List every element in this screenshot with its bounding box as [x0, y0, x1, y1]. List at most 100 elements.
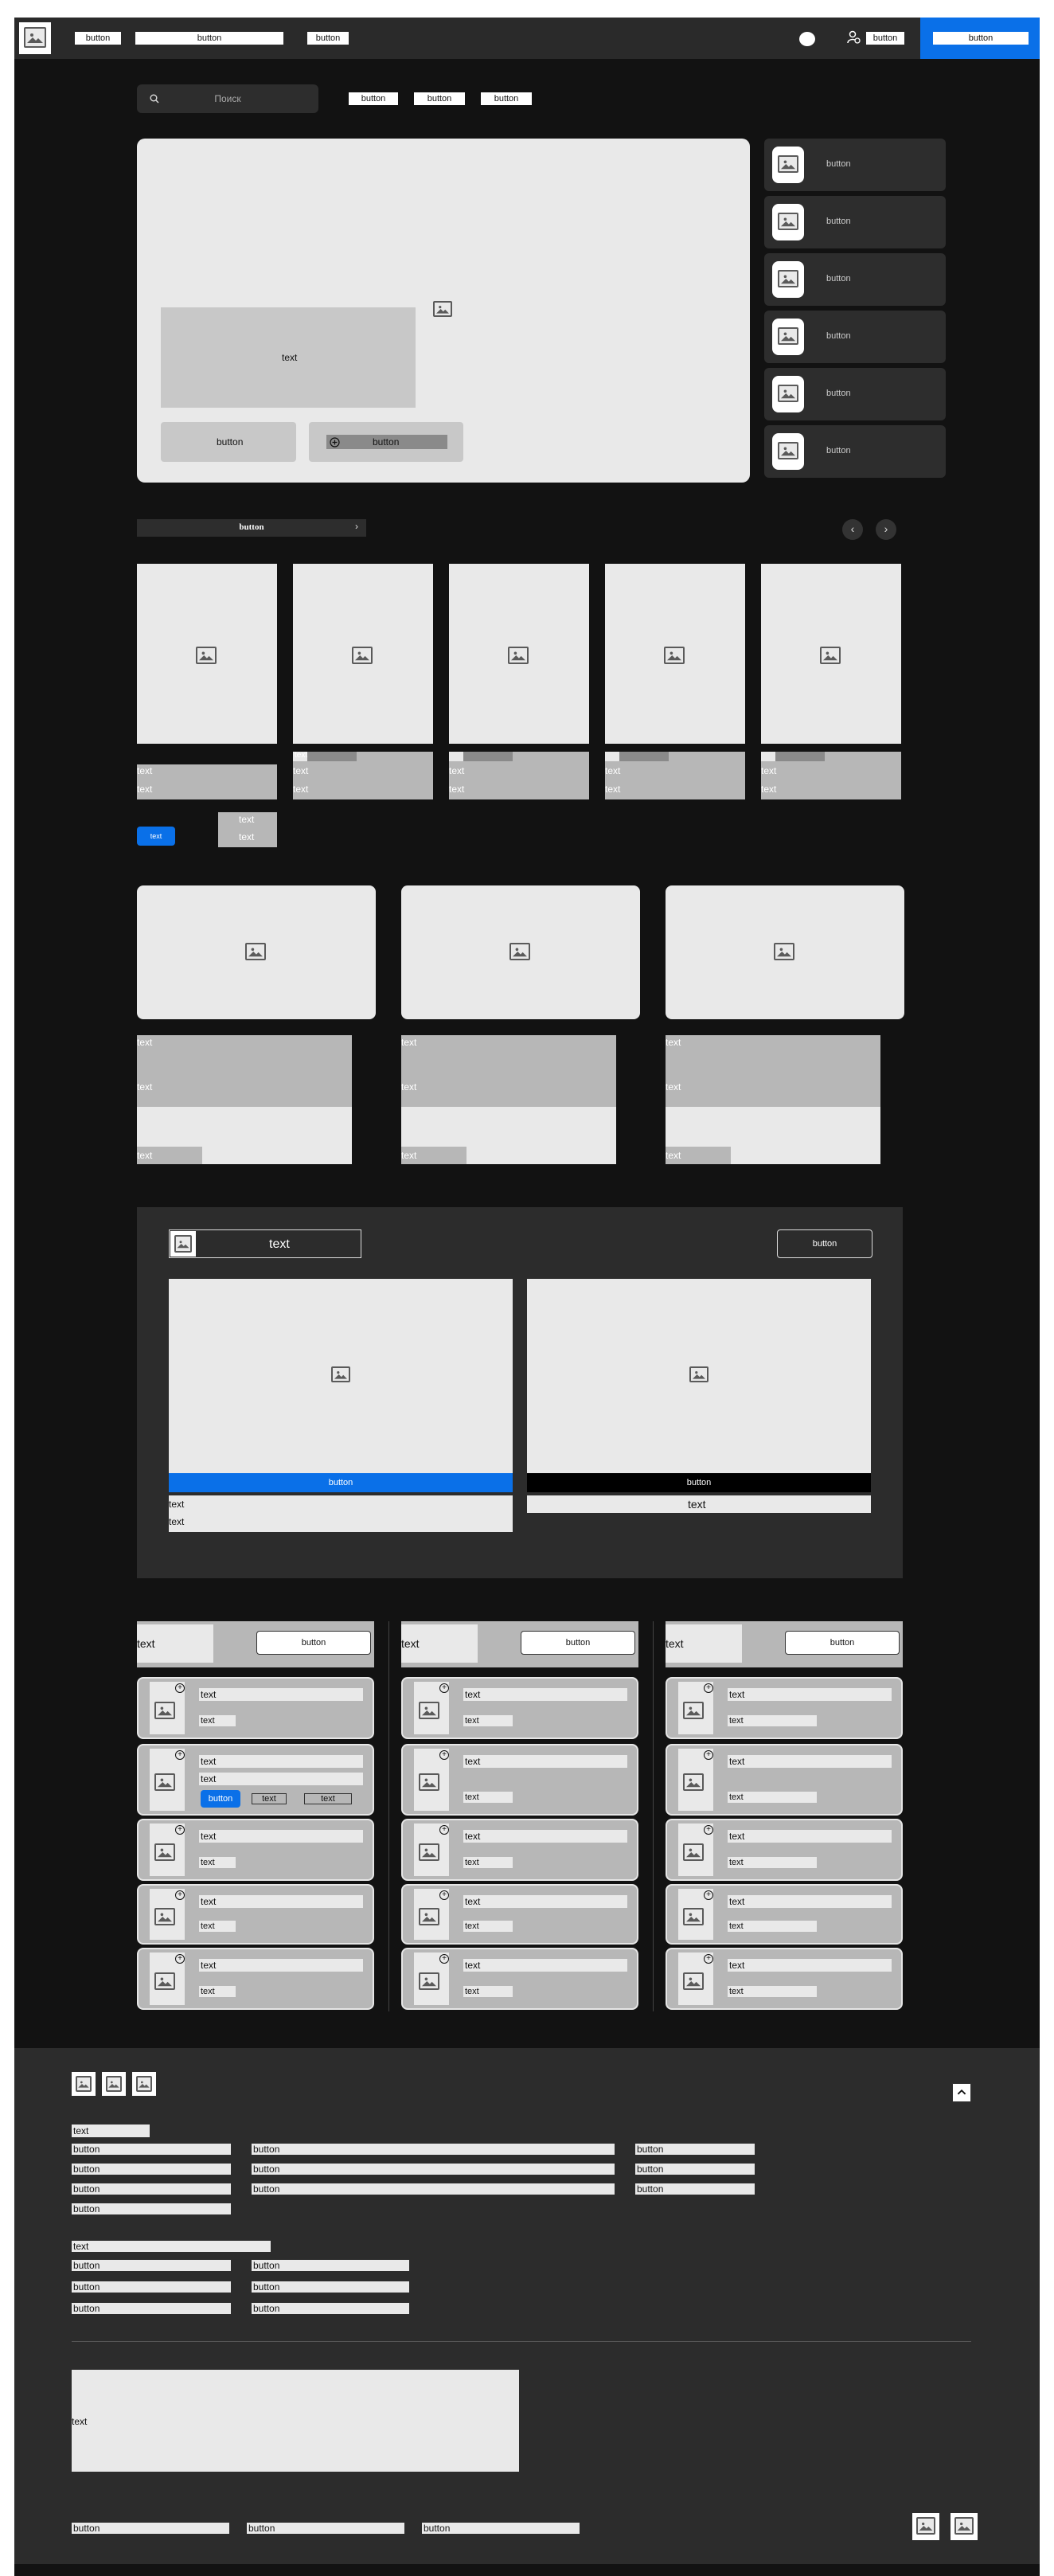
list-item-tag-1[interactable]: text — [252, 1793, 287, 1804]
add-icon[interactable]: + — [175, 1954, 185, 1964]
footer-link[interactable]: button — [635, 2164, 755, 2175]
image-icon — [916, 2517, 935, 2535]
footer-link[interactable]: button — [72, 2281, 231, 2293]
footer-link[interactable]: button — [252, 2281, 409, 2293]
image-icon — [778, 270, 798, 287]
filter-button-1[interactable]: button — [349, 92, 398, 105]
footer-link[interactable]: button — [635, 2183, 755, 2195]
add-icon[interactable]: + — [704, 1683, 713, 1693]
image-icon — [106, 2076, 122, 2092]
image-icon — [419, 1773, 439, 1791]
footer-link[interactable]: button — [252, 2260, 409, 2271]
list-item-sub: text — [199, 1857, 236, 1868]
footer-link[interactable]: button — [252, 2303, 409, 2314]
column-header-button[interactable]: button — [521, 1631, 635, 1655]
hero-text: text — [282, 352, 298, 363]
footer-box — [72, 2370, 519, 2472]
app-store-icon[interactable] — [912, 2513, 939, 2540]
footer-link[interactable]: button — [72, 2303, 231, 2314]
add-icon[interactable]: + — [175, 1750, 185, 1760]
filter-button-3[interactable]: button — [481, 92, 532, 105]
extra-text-1: text — [239, 814, 255, 825]
social-icon[interactable] — [72, 2072, 96, 2096]
footer-link[interactable]: button — [635, 2144, 755, 2155]
search-input[interactable]: Поиск — [137, 84, 318, 113]
image-icon — [154, 1972, 175, 1990]
app-store-icon[interactable] — [951, 2513, 978, 2540]
image-icon — [778, 213, 798, 230]
list-item-sub: text — [199, 1921, 236, 1932]
cta-button[interactable]: button — [933, 32, 1029, 45]
footer-bottom-link[interactable]: button — [72, 2523, 229, 2534]
list-item-sub: text — [199, 1715, 236, 1726]
blue-badge[interactable]: text — [137, 827, 175, 846]
add-icon[interactable]: + — [175, 1683, 185, 1693]
add-icon[interactable]: + — [439, 1750, 449, 1760]
panel-button[interactable]: button — [777, 1229, 872, 1258]
logo[interactable] — [19, 22, 51, 54]
filter-button-2[interactable]: button — [414, 92, 465, 105]
add-icon[interactable]: + — [439, 1890, 449, 1900]
column-header-button[interactable]: button — [256, 1631, 371, 1655]
toggle-icon[interactable] — [799, 32, 815, 46]
add-icon[interactable]: + — [704, 1750, 713, 1760]
list-item-tag-2[interactable]: text — [304, 1793, 352, 1804]
next-arrow-button[interactable]: › — [876, 519, 896, 540]
card-text-1: text — [293, 765, 309, 776]
add-icon[interactable]: + — [439, 1683, 449, 1693]
footer-link[interactable]: button — [72, 2144, 231, 2155]
add-icon[interactable]: + — [175, 1890, 185, 1900]
footer-bottom-link[interactable]: button — [422, 2523, 580, 2534]
footer-bottom-link[interactable]: button — [247, 2523, 404, 2534]
header-button-2[interactable]: button — [135, 32, 283, 45]
side-item-thumb — [772, 147, 804, 183]
add-icon[interactable]: + — [704, 1954, 713, 1964]
user-settings-icon[interactable] — [847, 30, 861, 45]
footer-link[interactable]: button — [252, 2183, 615, 2195]
side-item-label: button — [826, 331, 851, 341]
list-item-image-icon — [154, 1972, 175, 1994]
list-item-image-icon — [419, 1972, 439, 1994]
image-icon — [683, 1972, 704, 1990]
footer-link[interactable]: button — [72, 2183, 231, 2195]
prev-arrow-button[interactable]: ‹ — [842, 519, 863, 540]
panel-logo — [170, 1231, 196, 1257]
image-icon — [820, 647, 841, 664]
panel-right-button[interactable]: button — [527, 1473, 871, 1492]
social-icon[interactable] — [132, 2072, 156, 2096]
panel-left-button[interactable]: button — [169, 1473, 513, 1492]
footer-link[interactable]: button — [252, 2164, 615, 2175]
side-item-label: button — [826, 446, 851, 455]
add-icon[interactable]: + — [439, 1825, 449, 1835]
image-icon — [76, 2076, 92, 2092]
header-button-3[interactable]: button — [307, 32, 349, 45]
footer-link[interactable]: button — [72, 2203, 231, 2214]
social-icon[interactable] — [102, 2072, 126, 2096]
list-item-action-button[interactable]: button — [201, 1790, 240, 1808]
add-icon[interactable]: + — [439, 1954, 449, 1964]
header-button-4[interactable]: button — [866, 32, 904, 45]
footer-link[interactable]: button — [72, 2260, 231, 2271]
list-item-image-icon — [419, 1773, 439, 1795]
side-item-label: button — [826, 389, 851, 398]
column-header-button[interactable]: button — [785, 1631, 900, 1655]
add-icon[interactable]: + — [175, 1825, 185, 1835]
list-item-sub: text — [463, 1986, 513, 1997]
feature-text-1: text — [137, 1037, 153, 1048]
list-item-title: text — [199, 1959, 363, 1972]
list-item-sub: text — [463, 1921, 513, 1932]
add-icon[interactable]: + — [704, 1825, 713, 1835]
list-item-sub: text — [463, 1792, 513, 1803]
footer-link[interactable]: button — [252, 2144, 615, 2155]
footer-link[interactable]: button — [72, 2164, 231, 2175]
image-icon — [352, 647, 373, 664]
header-button-1[interactable]: button — [75, 32, 121, 45]
side-item-label: button — [826, 159, 851, 169]
column-header-label: text — [401, 1637, 420, 1650]
image-icon — [331, 1366, 350, 1382]
card-text-1: text — [761, 765, 777, 776]
add-icon[interactable]: + — [704, 1890, 713, 1900]
panel-left-image-icon — [331, 1366, 350, 1386]
panel-right-text: text — [688, 1498, 706, 1511]
back-to-top-button[interactable] — [952, 2083, 971, 2102]
